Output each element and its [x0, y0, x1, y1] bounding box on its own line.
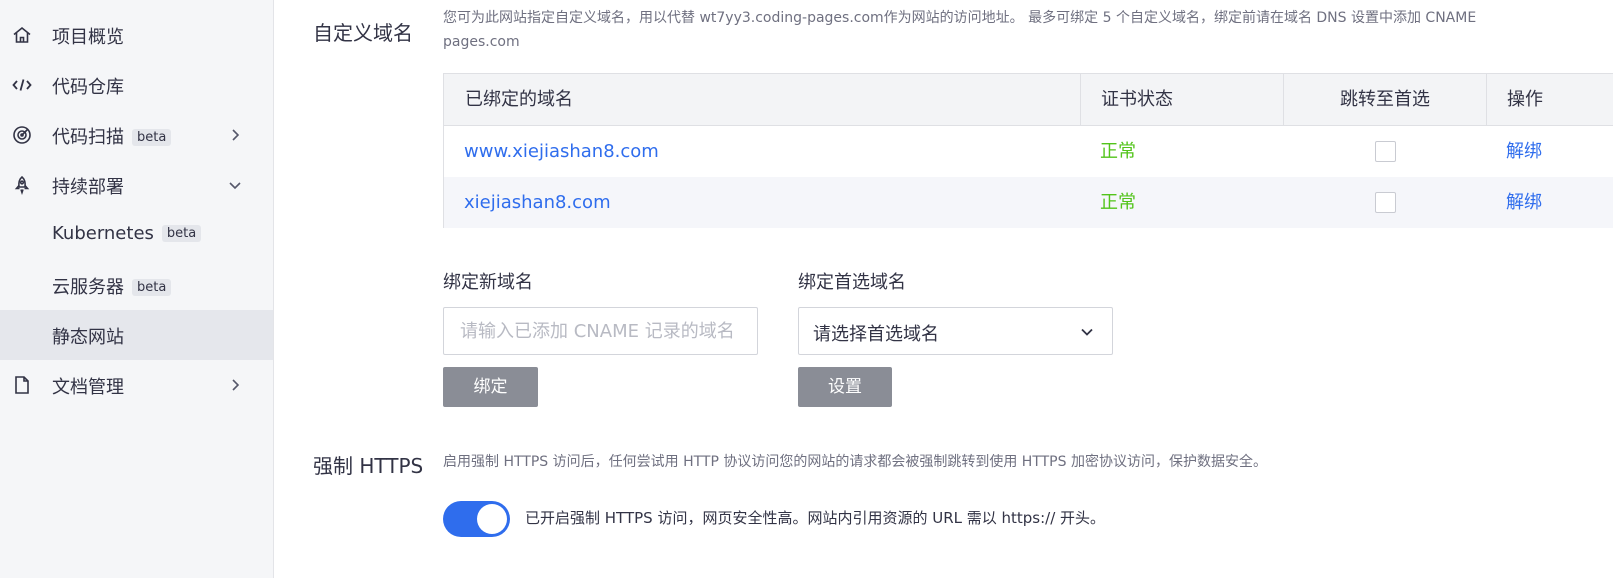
chevron-right-icon — [232, 379, 240, 391]
sidebar-item-label: Kubernetes — [52, 223, 154, 244]
table-row: xiejiashan8.com 正常 解绑 — [444, 177, 1613, 228]
bind-new-domain-label: 绑定新域名 — [443, 272, 533, 293]
column-header-redirect: 跳转至首选 — [1340, 89, 1430, 110]
code-icon — [12, 79, 32, 91]
bind-preferred-domain-label: 绑定首选域名 — [798, 272, 906, 293]
unbind-link[interactable]: 解绑 — [1506, 177, 1542, 228]
sidebar-item-label: 文档管理 — [52, 377, 124, 398]
sidebar-item-code-scan[interactable]: 代码扫描 beta — [0, 110, 273, 160]
cert-status: 正常 — [1100, 192, 1136, 213]
sidebar-item-overview[interactable]: 项目概览 — [0, 10, 273, 60]
table-header: 已绑定的域名 证书状态 跳转至首选 操作 — [444, 74, 1613, 126]
custom-domain-title: 自定义域名 — [313, 21, 413, 45]
chevron-down-icon — [1081, 328, 1093, 336]
new-domain-input[interactable] — [443, 307, 758, 355]
sidebar-item-kubernetes[interactable]: Kubernetes beta — [0, 210, 273, 260]
domain-link[interactable]: xiejiashan8.com — [464, 177, 611, 228]
custom-domain-desc-cont: pages.com — [443, 34, 520, 50]
column-divider — [1486, 74, 1487, 126]
bind-button[interactable]: 绑定 — [443, 367, 538, 407]
column-header-cert-status: 证书状态 — [1101, 89, 1173, 110]
sidebar-item-label: 代码仓库 — [52, 77, 124, 98]
domain-table: 已绑定的域名 证书状态 跳转至首选 操作 www.xiejiashan8.com… — [443, 73, 1613, 228]
redirect-checkbox[interactable] — [1375, 192, 1396, 213]
sidebar-item-cloud-server[interactable]: 云服务器 beta — [0, 260, 273, 310]
cert-status: 正常 — [1100, 141, 1136, 162]
chevron-right-icon — [232, 129, 240, 141]
sidebar-item-docs[interactable]: 文档管理 — [0, 360, 273, 410]
toggle-knob — [477, 504, 507, 534]
home-icon — [13, 26, 31, 43]
redirect-checkbox[interactable] — [1375, 141, 1396, 162]
sidebar-item-label: 静态网站 — [52, 327, 124, 348]
column-divider — [1283, 74, 1284, 126]
sidebar-item-label: 云服务器 — [52, 277, 124, 298]
column-divider — [1080, 74, 1081, 126]
custom-domain-desc: 您可为此网站指定自定义域名，用以代替 wt7yy3.coding-pages.c… — [443, 10, 1477, 26]
sidebar-item-label: 项目概览 — [52, 27, 124, 48]
preferred-domain-selected: 请选择首选域名 — [813, 324, 939, 345]
preferred-domain-select[interactable]: 请选择首选域名 — [798, 307, 1113, 355]
sidebar: 项目概览 代码仓库 代码扫描 beta 持续部署 Kubernetes beta 云… — [0, 0, 274, 578]
beta-badge: beta — [161, 225, 202, 242]
document-icon — [15, 376, 29, 394]
radar-icon — [13, 126, 31, 144]
sidebar-item-static-site[interactable]: 静态网站 — [0, 310, 273, 360]
column-header-action: 操作 — [1507, 89, 1543, 110]
set-preferred-button[interactable]: 设置 — [798, 367, 892, 407]
beta-badge: beta — [132, 129, 172, 146]
column-header-domain: 已绑定的域名 — [465, 89, 573, 110]
sidebar-item-label: 持续部署 — [52, 177, 124, 198]
table-row: www.xiejiashan8.com 正常 解绑 — [444, 126, 1613, 177]
rocket-icon — [14, 175, 30, 195]
https-title: 强制 HTTPS — [313, 454, 424, 478]
force-https-toggle[interactable] — [443, 501, 510, 537]
sidebar-item-continuous-deploy[interactable]: 持续部署 — [0, 160, 273, 210]
sidebar-item-label: 代码扫描 — [52, 127, 124, 148]
unbind-link[interactable]: 解绑 — [1506, 126, 1542, 177]
force-https-status-text: 已开启强制 HTTPS 访问，网页安全性高。网站内引用资源的 URL 需以 ht… — [525, 509, 1106, 527]
sidebar-item-repository[interactable]: 代码仓库 — [0, 60, 273, 110]
beta-badge: beta — [132, 279, 172, 296]
chevron-down-icon — [229, 182, 241, 190]
https-desc: 启用强制 HTTPS 访问后，任何尝试用 HTTP 协议访问您的网站的请求都会被… — [443, 454, 1267, 470]
domain-link[interactable]: www.xiejiashan8.com — [464, 126, 659, 177]
